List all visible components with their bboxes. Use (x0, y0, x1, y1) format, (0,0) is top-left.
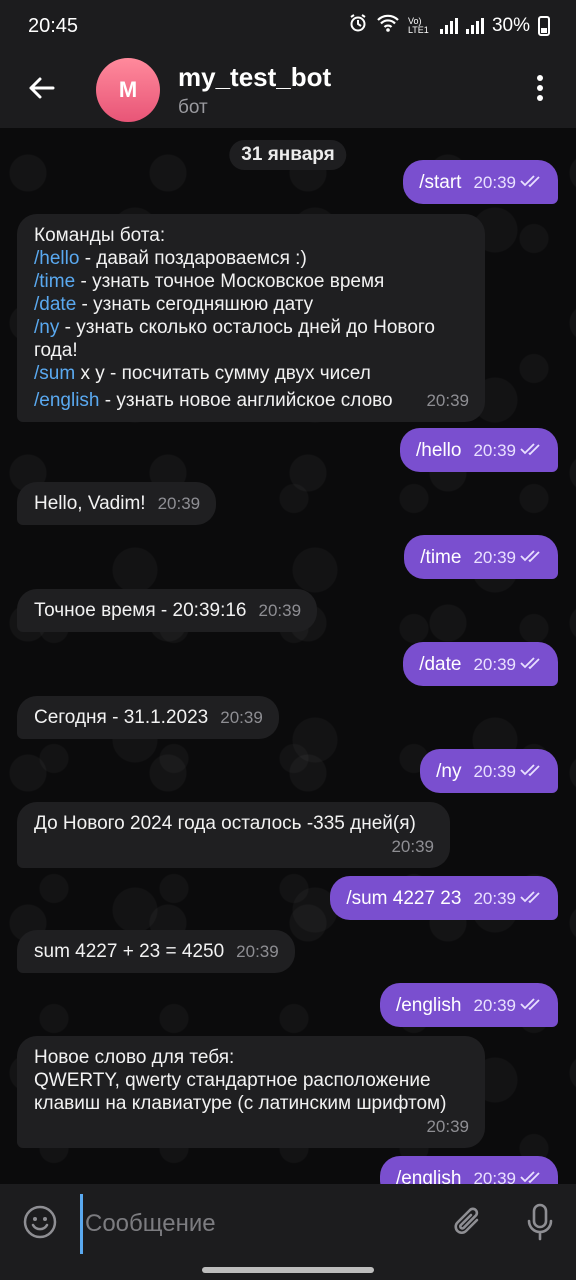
chat-subtitle: бот (178, 96, 208, 118)
command-link[interactable]: /time (34, 271, 75, 292)
message-text: /time (420, 546, 462, 568)
status-time: 20:45 (28, 14, 79, 37)
status-bar: 20:45 Vo) LTE1 30% (0, 0, 576, 52)
message-time: 20:39 (391, 837, 434, 856)
double-check-icon (520, 994, 544, 1017)
outgoing-message[interactable]: /hello 20:39 (400, 428, 558, 472)
outgoing-message[interactable]: /ny 20:39 (420, 749, 558, 793)
message-time: 20:39 (258, 601, 302, 620)
message-text: Точное время - 20:39:16 (34, 600, 247, 621)
chat-header: M my_test_bot бот (0, 52, 576, 128)
chat-title: my_test_bot (178, 61, 332, 92)
signal-icon (465, 18, 484, 34)
outgoing-message[interactable]: /time 20:39 (404, 535, 558, 579)
command-link[interactable]: /hello (34, 248, 79, 269)
outgoing-message[interactable]: /sum 4227 23 20:39 (330, 876, 558, 920)
message-text: /ny (436, 760, 462, 782)
attach-button[interactable] (432, 1184, 504, 1264)
message-line: Новое слово для тебя: (34, 1047, 235, 1068)
message-time: 20:39 (236, 942, 279, 961)
double-check-icon (520, 171, 544, 194)
incoming-message[interactable]: Сегодня - 31.1.2023 20:39 (17, 696, 279, 739)
double-check-icon (520, 439, 544, 462)
avatar[interactable]: M (96, 58, 160, 122)
message-time: 20:39 (473, 654, 516, 674)
message-line: /date - узнать сегодняшюю дату (34, 294, 314, 315)
double-check-icon (520, 653, 544, 676)
double-check-icon (520, 1167, 544, 1185)
incoming-message[interactable]: Hello, Vadim! 20:39 (17, 482, 217, 525)
voice-record-button[interactable] (504, 1184, 576, 1264)
home-gesture-handle[interactable] (202, 1267, 374, 1273)
incoming-message[interactable]: Точное время - 20:39:16 20:39 (17, 589, 318, 632)
message-line: /sum x y - посчитать сумму двух чисел (34, 363, 371, 384)
more-options-button[interactable] (516, 52, 564, 128)
command-link[interactable]: /english (34, 390, 100, 411)
message-time: 20:39 (473, 1168, 516, 1185)
message-text: Сегодня - 31.1.2023 (34, 707, 209, 728)
network-label: Vo) LTE1 (407, 16, 429, 35)
message-line: QWERTY, qwerty стандартное расположение (34, 1070, 431, 1091)
message-line: /time - узнать точное Московское время (34, 271, 385, 292)
message-input[interactable] (80, 1194, 432, 1254)
message-line: клавиш на клавиатуре (с латинским шрифто… (34, 1093, 447, 1114)
outgoing-message[interactable]: /english 20:39 (379, 1156, 558, 1185)
double-check-icon (520, 887, 544, 910)
message-time: 20:39 (473, 888, 516, 908)
system-nav-bar (0, 1264, 576, 1280)
message-text: /english (395, 994, 462, 1016)
outgoing-message[interactable]: /date 20:39 (403, 642, 558, 686)
incoming-message[interactable]: Новое слово для тебя: QWERTY, qwerty ста… (17, 1036, 485, 1148)
message-line: /hello - давай поздароваемся :) (34, 248, 307, 269)
incoming-message[interactable]: Команды бота: /hello - давай поздароваем… (17, 214, 485, 422)
back-arrow-icon (27, 76, 55, 105)
signal-icon (439, 18, 458, 34)
message-text: /start (419, 171, 462, 193)
microphone-icon (526, 1203, 554, 1246)
command-link[interactable]: /ny (34, 317, 59, 338)
message-text: /sum 4227 23 (346, 887, 462, 909)
battery-icon (538, 16, 550, 36)
message-text: /english (395, 1167, 462, 1185)
message-time: 20:39 (157, 494, 201, 513)
message-text: /date (419, 653, 462, 675)
emoji-icon (22, 1204, 58, 1245)
message-time: 20:39 (426, 391, 469, 410)
message-time: 20:39 (473, 547, 516, 567)
more-vert-icon (536, 74, 544, 106)
alarm-icon (348, 13, 368, 39)
message-time: 20:39 (220, 708, 263, 727)
wifi-icon (376, 13, 400, 39)
message-time: 20:39 (426, 1117, 469, 1136)
message-line: года! (34, 340, 78, 361)
command-link[interactable]: /sum (34, 363, 75, 384)
message-line: /ny - узнать сколько осталось дней до Но… (34, 317, 435, 338)
command-link[interactable]: /date (34, 294, 76, 315)
message-text: Hello, Vadim! (34, 493, 146, 514)
emoji-button[interactable] (0, 1184, 80, 1264)
back-button[interactable] (0, 52, 82, 128)
message-text: До Нового 2024 года осталось -335 дней(я… (34, 813, 416, 834)
message-text: /hello (416, 439, 462, 461)
battery-percent: 30% (491, 15, 530, 36)
double-check-icon (520, 760, 544, 783)
message-time: 20:39 (473, 995, 516, 1015)
chat-title-block[interactable]: my_test_bot бот (178, 62, 516, 119)
message-composer (0, 1184, 576, 1264)
message-text: sum 4227 + 23 = 4250 (34, 941, 225, 962)
incoming-message[interactable]: sum 4227 + 23 = 4250 20:39 (17, 930, 295, 973)
message-list[interactable]: 31 января /start 20:39 Команды бота: /he… (0, 128, 576, 1184)
date-separator: 31 января (229, 140, 347, 170)
outgoing-message[interactable]: /start 20:39 (403, 160, 558, 204)
incoming-message[interactable]: До Нового 2024 года осталось -335 дней(я… (17, 802, 450, 868)
outgoing-message[interactable]: /english 20:39 (379, 983, 558, 1027)
message-time: 20:39 (473, 761, 516, 781)
paperclip-icon (452, 1204, 484, 1245)
message-time: 20:39 (473, 172, 516, 192)
status-icons: Vo) LTE1 30% (348, 13, 550, 39)
message-time: 20:39 (473, 440, 516, 460)
message-line: /english - узнать новое английское слово… (34, 390, 469, 411)
message-line: Команды бота: (34, 225, 166, 246)
double-check-icon (520, 546, 544, 569)
